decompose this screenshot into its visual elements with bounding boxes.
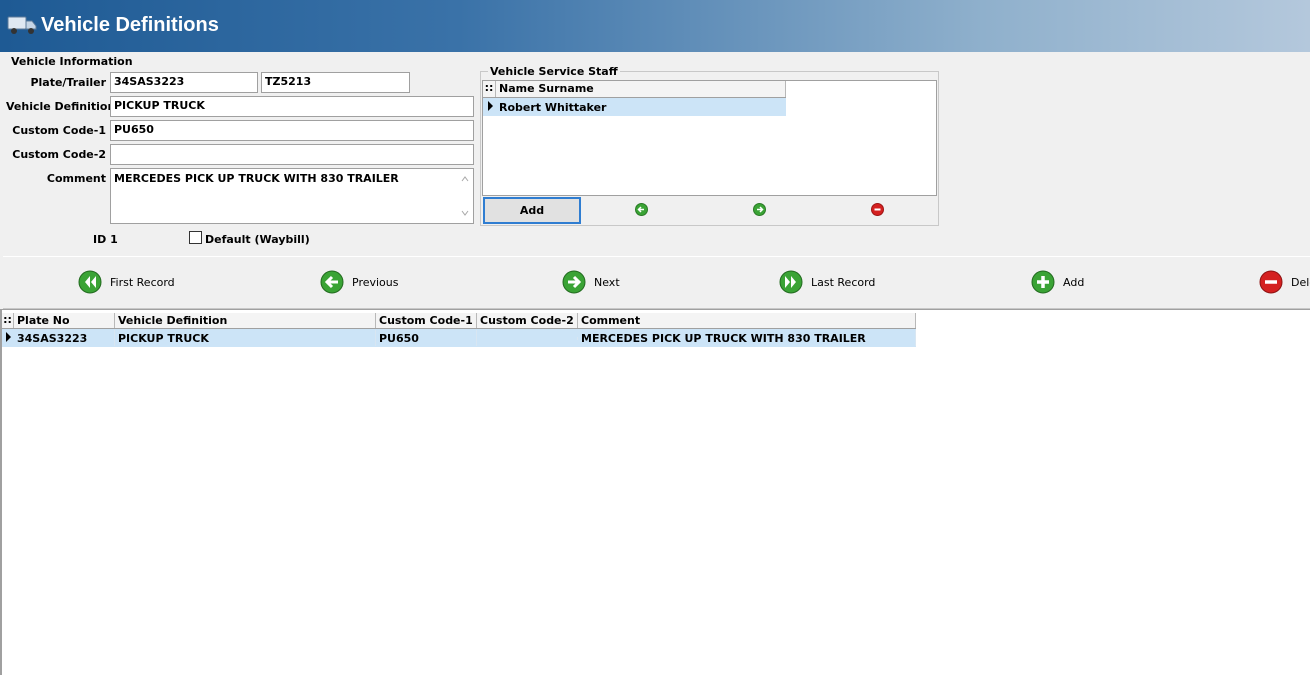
- cell-plate-no: 34SAS3223: [14, 330, 115, 346]
- id-label-text: ID: [93, 233, 107, 246]
- next-button[interactable]: Next: [562, 269, 620, 295]
- first-record-button[interactable]: First Record: [78, 269, 175, 295]
- previous-label: Previous: [352, 275, 399, 289]
- row-pointer-icon: [483, 97, 496, 118]
- staff-column-name[interactable]: Name Surname: [496, 81, 786, 97]
- first-record-label: First Record: [110, 275, 175, 289]
- custom-code-2-label: Custom Code-2: [12, 148, 106, 161]
- staff-name-cell: Robert Whittaker: [499, 100, 607, 114]
- default-waybill-checkbox[interactable]: [189, 231, 202, 244]
- comment-text: MERCEDES PICK UP TRUCK WITH 830 TRAILER: [114, 172, 399, 185]
- cell-custom-code-2: [477, 336, 578, 340]
- grid-marker: ::: [2, 313, 14, 328]
- next-icon: [562, 270, 586, 294]
- truck-icon: [6, 13, 38, 40]
- last-record-button[interactable]: Last Record: [779, 269, 875, 295]
- custom-code-2-input[interactable]: [110, 144, 474, 165]
- staff-grid-marker: ::: [483, 81, 496, 97]
- column-plate-no[interactable]: Plate No: [14, 313, 115, 328]
- plate-label: Plate/Trailer: [30, 76, 106, 89]
- custom-code-1-label: Custom Code-1: [12, 124, 106, 137]
- row-pointer-icon: [2, 328, 14, 349]
- comment-label: Comment: [46, 172, 106, 185]
- vehicle-definition-label: Vehicle Definition: [6, 100, 116, 113]
- previous-button[interactable]: Previous: [320, 269, 399, 295]
- delete-record-label: Dele: [1291, 275, 1310, 289]
- navigation-bar: [3, 256, 1310, 309]
- custom-code-1-input[interactable]: PU650: [110, 120, 474, 141]
- records-grid: :: Plate No Vehicle Definition Custom Co…: [0, 309, 1310, 675]
- plus-icon: [1031, 270, 1055, 294]
- staff-grid: :: Name Surname Robert Whittaker: [482, 80, 937, 196]
- green-left-arrow-icon[interactable]: [635, 203, 648, 219]
- add-record-label: Add: [1063, 275, 1085, 289]
- first-record-icon: [78, 270, 102, 294]
- cell-vehicle-definition: PICKUP TRUCK: [115, 330, 376, 346]
- next-label: Next: [594, 275, 620, 289]
- red-minus-icon[interactable]: [871, 203, 884, 219]
- add-record-button[interactable]: Add: [1031, 269, 1084, 295]
- column-custom-code-2[interactable]: Custom Code-2: [477, 313, 578, 328]
- column-comment[interactable]: Comment: [578, 313, 916, 328]
- green-right-arrow-icon[interactable]: [753, 203, 766, 219]
- cell-custom-code-1: PU650: [376, 330, 477, 346]
- last-record-label: Last Record: [811, 275, 876, 289]
- table-row[interactable]: 34SAS3223 PICKUP TRUCK PU650 MERCEDES PI…: [2, 329, 916, 347]
- id-value: 1: [110, 233, 118, 246]
- comment-textarea[interactable]: MERCEDES PICK UP TRUCK WITH 830 TRAILER: [110, 168, 474, 224]
- column-custom-code-1[interactable]: Custom Code-1: [376, 313, 477, 328]
- plate-input[interactable]: 34SAS3223: [110, 72, 258, 93]
- last-record-icon: [779, 270, 803, 294]
- vehicle-definition-input[interactable]: PICKUP TRUCK: [110, 96, 474, 117]
- id-label: ID 1: [93, 233, 118, 246]
- column-vehicle-definition[interactable]: Vehicle Definition: [115, 313, 376, 328]
- delete-icon: [1259, 270, 1283, 294]
- title-bar: Vehicle Definitions: [0, 0, 1310, 52]
- comment-scrollbar[interactable]: [457, 169, 473, 223]
- previous-icon: [320, 270, 344, 294]
- staff-add-button[interactable]: Add: [483, 197, 581, 224]
- staff-row[interactable]: Robert Whittaker: [483, 98, 786, 116]
- default-waybill-label: Default (Waybill): [205, 233, 310, 246]
- delete-record-button[interactable]: Dele: [1259, 269, 1310, 295]
- cell-comment: MERCEDES PICK UP TRUCK WITH 830 TRAILER: [578, 330, 916, 346]
- vehicle-info-group-label: Vehicle Information: [11, 55, 133, 68]
- window-title: Vehicle Definitions: [41, 14, 219, 36]
- service-staff-group-label: Vehicle Service Staff: [488, 65, 620, 78]
- trailer-input[interactable]: TZ5213: [261, 72, 410, 93]
